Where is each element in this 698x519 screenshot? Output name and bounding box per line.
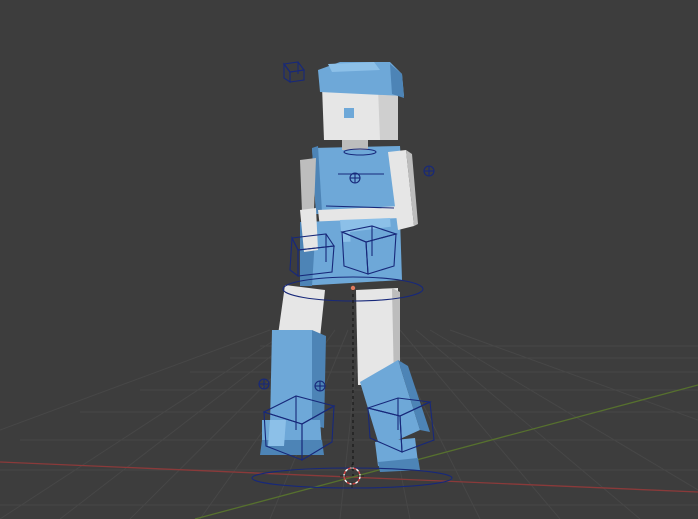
knee-pole-control-2-icon[interactable]: [314, 380, 326, 392]
head-cube-control-icon[interactable]: [283, 61, 305, 84]
origin-dot: [350, 285, 356, 291]
head[interactable]: [318, 62, 404, 140]
right-leg[interactable]: [356, 288, 430, 472]
character-model[interactable]: [260, 62, 430, 472]
floor-grid: [0, 329, 698, 519]
knee-pole-control-icon[interactable]: [258, 378, 270, 390]
left-arm[interactable]: [300, 158, 318, 252]
viewport-canvas[interactable]: [0, 0, 698, 519]
hand-pole-control-icon[interactable]: [423, 165, 435, 177]
left-leg[interactable]: [260, 285, 326, 455]
3d-viewport[interactable]: [0, 0, 698, 519]
